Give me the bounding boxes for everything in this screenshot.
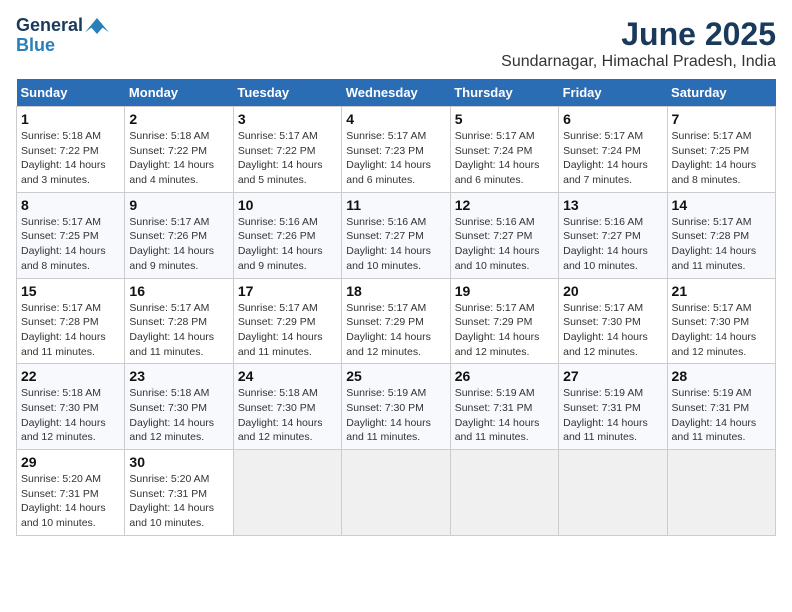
table-row: 11Sunrise: 5:16 AMSunset: 7:27 PMDayligh… [342,192,450,278]
table-row: 16Sunrise: 5:17 AMSunset: 7:28 PMDayligh… [125,278,233,364]
calendar-table: Sunday Monday Tuesday Wednesday Thursday… [16,79,776,536]
table-row: 29Sunrise: 5:20 AMSunset: 7:31 PMDayligh… [17,450,125,536]
table-row: 6Sunrise: 5:17 AMSunset: 7:24 PMDaylight… [559,107,667,193]
table-row: 3Sunrise: 5:17 AMSunset: 7:22 PMDaylight… [233,107,341,193]
table-row: 14Sunrise: 5:17 AMSunset: 7:28 PMDayligh… [667,192,775,278]
header-tuesday: Tuesday [233,79,341,107]
table-row: 19Sunrise: 5:17 AMSunset: 7:29 PMDayligh… [450,278,558,364]
table-row: 20Sunrise: 5:17 AMSunset: 7:30 PMDayligh… [559,278,667,364]
header-friday: Friday [559,79,667,107]
header-wednesday: Wednesday [342,79,450,107]
table-row: 26Sunrise: 5:19 AMSunset: 7:31 PMDayligh… [450,364,558,450]
empty-cell [233,450,341,536]
table-row: 13Sunrise: 5:16 AMSunset: 7:27 PMDayligh… [559,192,667,278]
table-row: 2Sunrise: 5:18 AMSunset: 7:22 PMDaylight… [125,107,233,193]
table-row: 27Sunrise: 5:19 AMSunset: 7:31 PMDayligh… [559,364,667,450]
header-saturday: Saturday [667,79,775,107]
header-thursday: Thursday [450,79,558,107]
page-header: General Blue June 2025 Sundarnagar, Hima… [16,16,776,71]
header-monday: Monday [125,79,233,107]
table-row: 18Sunrise: 5:17 AMSunset: 7:29 PMDayligh… [342,278,450,364]
month-title: June 2025 [501,16,776,53]
table-row: 25Sunrise: 5:19 AMSunset: 7:30 PMDayligh… [342,364,450,450]
table-row: 1Sunrise: 5:18 AMSunset: 7:22 PMDaylight… [17,107,125,193]
table-row: 10Sunrise: 5:16 AMSunset: 7:26 PMDayligh… [233,192,341,278]
table-row: 23Sunrise: 5:18 AMSunset: 7:30 PMDayligh… [125,364,233,450]
logo: General Blue [16,16,111,56]
table-row: 22Sunrise: 5:18 AMSunset: 7:30 PMDayligh… [17,364,125,450]
table-row: 28Sunrise: 5:19 AMSunset: 7:31 PMDayligh… [667,364,775,450]
table-row: 24Sunrise: 5:18 AMSunset: 7:30 PMDayligh… [233,364,341,450]
empty-cell [342,450,450,536]
table-row: 15Sunrise: 5:17 AMSunset: 7:28 PMDayligh… [17,278,125,364]
logo-text-line2: Blue [16,35,55,55]
empty-cell [450,450,558,536]
table-row: 12Sunrise: 5:16 AMSunset: 7:27 PMDayligh… [450,192,558,278]
table-row: 21Sunrise: 5:17 AMSunset: 7:30 PMDayligh… [667,278,775,364]
location-title: Sundarnagar, Himachal Pradesh, India [501,53,776,71]
table-row: 9Sunrise: 5:17 AMSunset: 7:26 PMDaylight… [125,192,233,278]
table-row: 17Sunrise: 5:17 AMSunset: 7:29 PMDayligh… [233,278,341,364]
table-row: 30Sunrise: 5:20 AMSunset: 7:31 PMDayligh… [125,450,233,536]
logo-icon [85,16,109,36]
table-row: 5Sunrise: 5:17 AMSunset: 7:24 PMDaylight… [450,107,558,193]
table-row: 8Sunrise: 5:17 AMSunset: 7:25 PMDaylight… [17,192,125,278]
header-sunday: Sunday [17,79,125,107]
table-row: 7Sunrise: 5:17 AMSunset: 7:25 PMDaylight… [667,107,775,193]
header-row: Sunday Monday Tuesday Wednesday Thursday… [17,79,776,107]
empty-cell [667,450,775,536]
table-row: 4Sunrise: 5:17 AMSunset: 7:23 PMDaylight… [342,107,450,193]
logo-text-line1: General [16,16,83,36]
title-area: June 2025 Sundarnagar, Himachal Pradesh,… [501,16,776,71]
empty-cell [559,450,667,536]
